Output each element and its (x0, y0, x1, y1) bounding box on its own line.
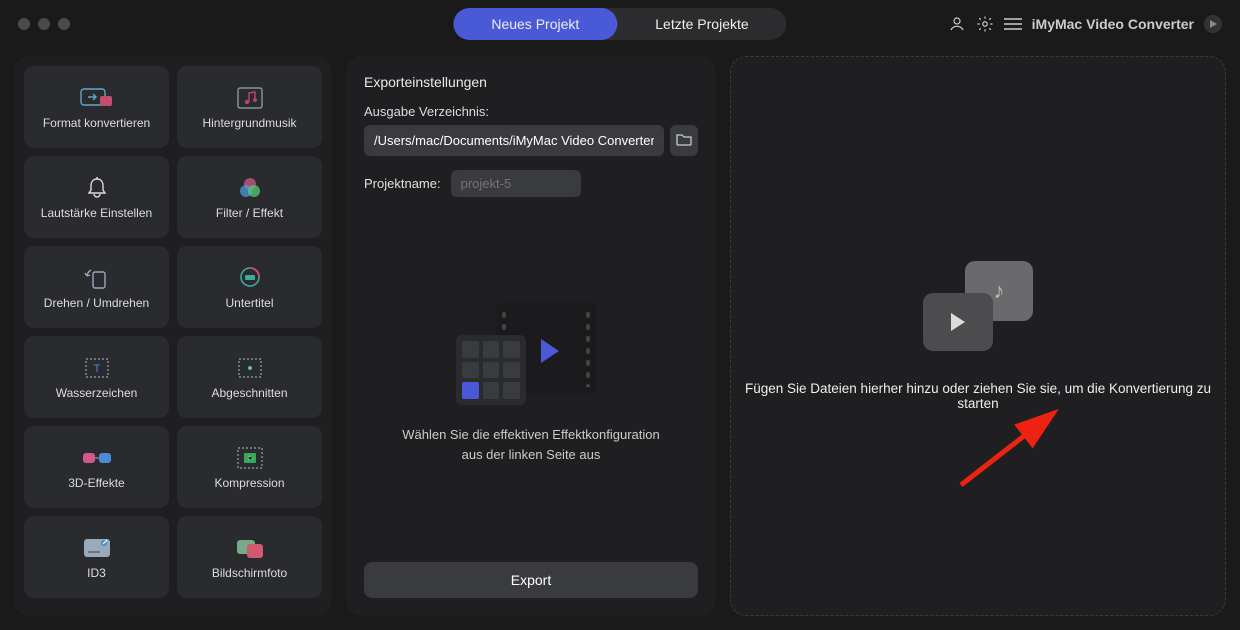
output-dir-input[interactable] (364, 125, 664, 156)
tool-lautstaerke[interactable]: Lautstärke Einstellen (24, 156, 169, 238)
svg-text:T: T (93, 363, 100, 375)
tool-label: Filter / Effekt (216, 207, 283, 219)
tool-label: Drehen / Umdrehen (44, 297, 149, 309)
tool-filter-effekt[interactable]: Filter / Effekt (177, 156, 322, 238)
tool-id3[interactable]: ID3 (24, 516, 169, 598)
tool-label: Abgeschnitten (211, 387, 287, 399)
tool-label: Format konvertieren (43, 117, 150, 129)
tab-recent-projects[interactable]: Letzte Projekte (617, 8, 786, 40)
tool-label: Wasserzeichen (56, 387, 138, 399)
tool-label: 3D-Effekte (68, 477, 124, 489)
tool-kompression[interactable]: Kompression (177, 426, 322, 508)
preview-illustration (456, 295, 606, 405)
tab-new-project[interactable]: Neues Projekt (453, 8, 617, 40)
settings-icon[interactable] (976, 15, 994, 33)
tool-hintergrundmusik[interactable]: Hintergrundmusik (177, 66, 322, 148)
glasses-3d-icon (82, 445, 112, 471)
bell-icon (82, 175, 112, 201)
id3-icon (82, 535, 112, 561)
tool-label: Bildschirmfoto (212, 567, 287, 579)
tool-abgeschnitten[interactable]: Abgeschnitten (177, 336, 322, 418)
titlebar: Neues Projekt Letzte Projekte iMyMac Vid… (0, 0, 1240, 48)
output-dir-label: Ausgabe Verzeichnis: (364, 104, 698, 119)
tool-untertitel[interactable]: Untertitel (177, 246, 322, 328)
project-tabs: Neues Projekt Letzte Projekte (453, 8, 786, 40)
export-panel: Exporteinstellungen Ausgabe Verzeichnis:… (346, 56, 716, 616)
tool-label: Hintergrundmusik (202, 117, 296, 129)
rotate-icon (82, 265, 112, 291)
crop-icon (235, 355, 265, 381)
tool-label: ID3 (87, 567, 106, 579)
tool-drehen[interactable]: Drehen / Umdrehen (24, 246, 169, 328)
account-icon[interactable] (948, 15, 966, 33)
maximize-window[interactable] (58, 18, 70, 30)
preview-hint: Wählen Sie die effektiven Effektkonfigur… (402, 425, 660, 464)
folder-icon (676, 132, 692, 146)
tool-wasserzeichen[interactable]: T Wasserzeichen (24, 336, 169, 418)
screenshot-icon (235, 535, 265, 561)
tool-3d-effekte[interactable]: 3D-Effekte (24, 426, 169, 508)
project-name-input[interactable] (451, 170, 581, 197)
export-title: Exporteinstellungen (364, 74, 698, 90)
tool-bildschirmfoto[interactable]: Bildschirmfoto (177, 516, 322, 598)
convert-icon (82, 85, 112, 111)
tool-label: Untertitel (225, 297, 273, 309)
project-name-label: Projektname: (364, 176, 441, 191)
drop-illustration: ♪ (923, 261, 1033, 351)
menu-icon[interactable] (1004, 15, 1022, 33)
preview-area: Wählen Sie die effektiven Effektkonfigur… (364, 197, 698, 562)
export-button[interactable]: Export (364, 562, 698, 598)
subtitle-icon (235, 265, 265, 291)
tool-label: Kompression (214, 477, 284, 489)
app-brand: iMyMac Video Converter (1032, 16, 1194, 32)
browse-folder-button[interactable] (670, 125, 698, 156)
drop-zone[interactable]: ♪ Fügen Sie Dateien hierher hinzu oder z… (730, 56, 1226, 616)
tool-format-konvertieren[interactable]: Format konvertieren (24, 66, 169, 148)
filter-icon (235, 175, 265, 201)
watermark-icon: T (82, 355, 112, 381)
music-film-icon (235, 85, 265, 111)
window-controls (18, 18, 70, 30)
brand-logo-icon (1204, 15, 1222, 33)
tool-label: Lautstärke Einstellen (41, 207, 152, 219)
tools-sidebar: Format konvertieren Hintergrundmusik Lau… (14, 56, 332, 616)
annotation-arrow (951, 405, 1071, 495)
close-window[interactable] (18, 18, 30, 30)
minimize-window[interactable] (38, 18, 50, 30)
video-card-icon (923, 293, 993, 351)
compress-icon (235, 445, 265, 471)
